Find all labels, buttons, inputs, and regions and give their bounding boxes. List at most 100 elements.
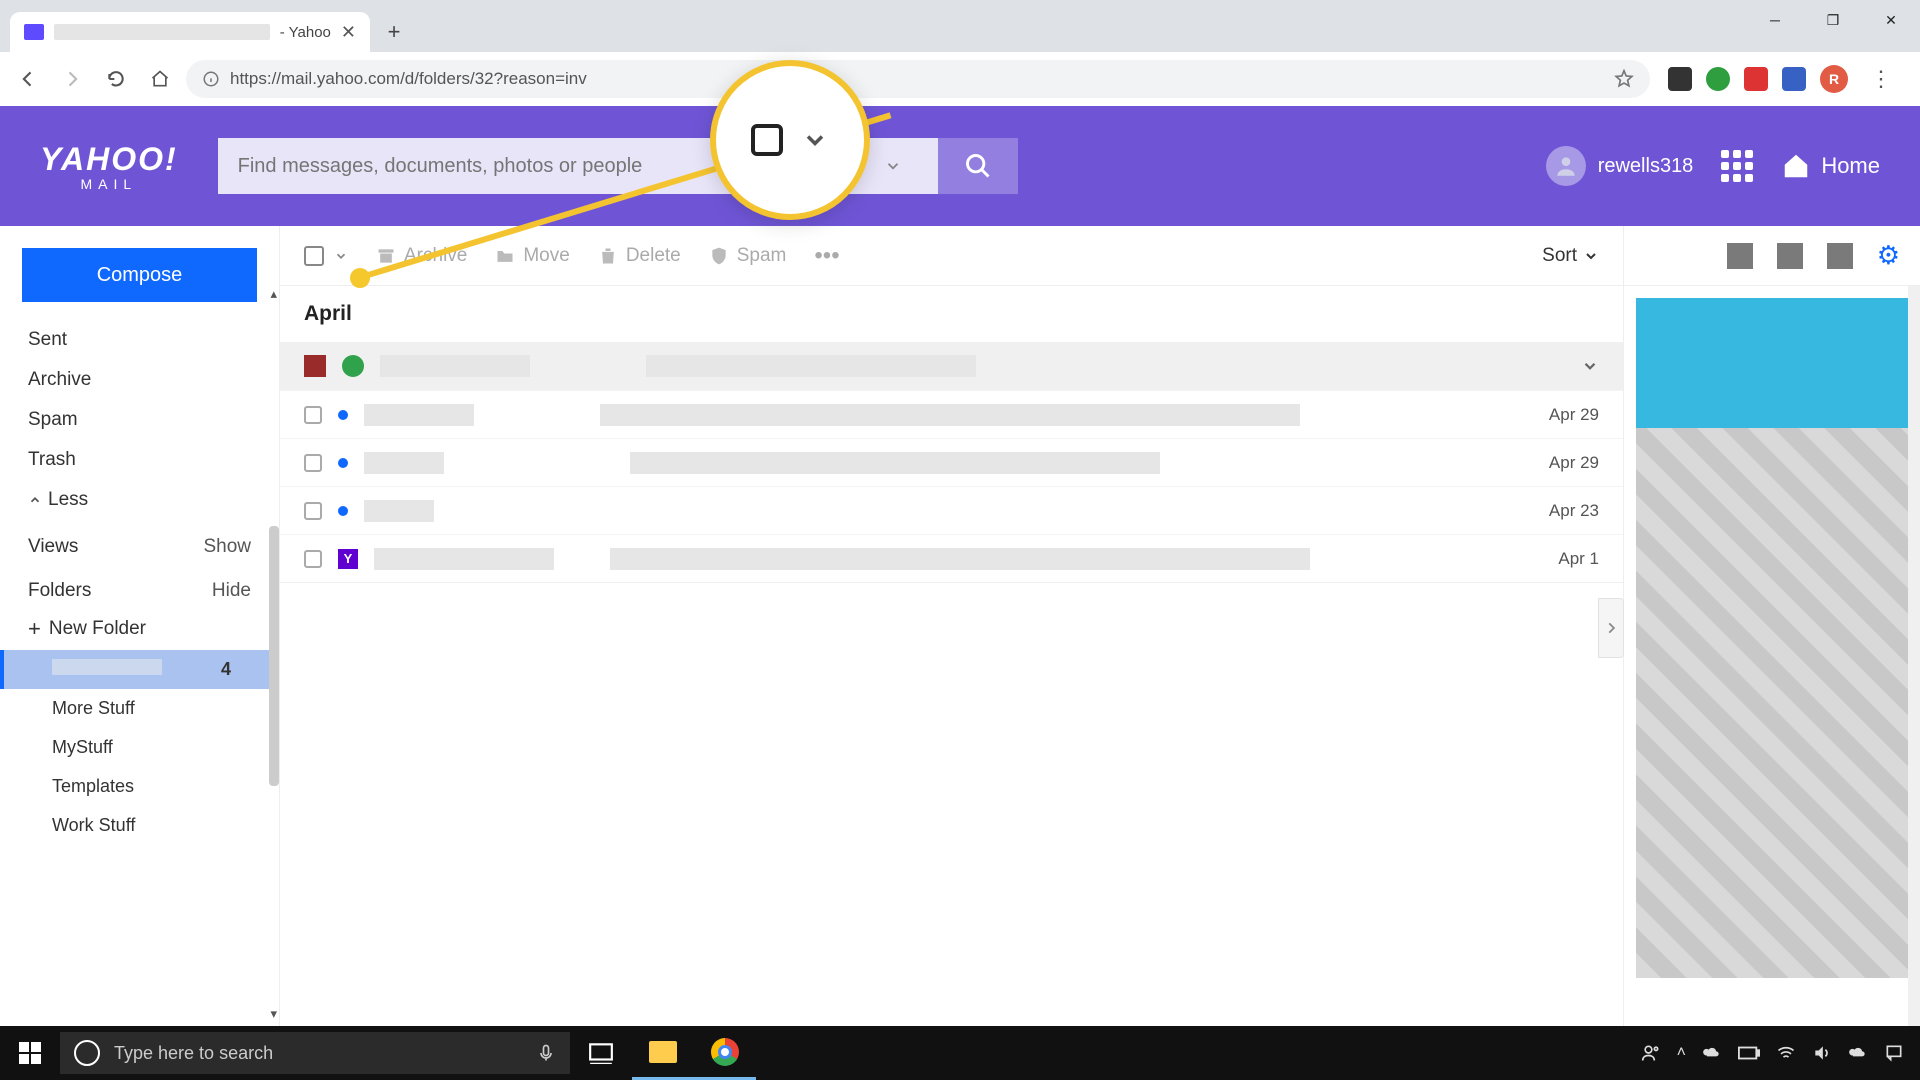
account-menu[interactable]: rewells318 <box>1546 146 1694 186</box>
toolbar-more-button[interactable]: ••• <box>814 242 839 270</box>
right-scrollbar[interactable] <box>1908 286 1920 1026</box>
notepad-icon[interactable] <box>1827 243 1853 269</box>
unread-dot-icon <box>338 506 348 516</box>
sidebar-collapse-less[interactable]: Less <box>0 480 279 520</box>
battery-icon[interactable] <box>1738 1046 1760 1060</box>
message-row[interactable]: Apr 23 <box>280 486 1623 534</box>
message-row[interactable]: Apr 29 <box>280 390 1623 438</box>
tab-close-icon[interactable]: ✕ <box>341 22 356 43</box>
cloud-sync-icon[interactable] <box>1848 1043 1868 1063</box>
sidebar-folder[interactable]: MyStuff <box>0 728 279 767</box>
yahoo-sender-icon: Y <box>338 549 358 569</box>
profile-avatar[interactable]: R <box>1820 65 1848 93</box>
nav-forward-button[interactable] <box>54 61 90 97</box>
microphone-icon[interactable] <box>536 1043 556 1063</box>
search-scope-dropdown[interactable] <box>868 157 918 175</box>
mail-favicon-icon <box>24 24 44 40</box>
sidebar-item-archive[interactable]: Archive <box>0 360 279 400</box>
chevron-down-icon <box>1583 248 1599 264</box>
select-all-dropdown[interactable] <box>334 249 348 263</box>
task-view-button[interactable] <box>570 1026 632 1080</box>
sidebar-folder-active[interactable]: 4 <box>0 650 279 689</box>
search-button[interactable] <box>938 138 1018 194</box>
sidebar-folder[interactable]: Templates <box>0 767 279 806</box>
calendar-icon[interactable] <box>1777 243 1803 269</box>
subject-redacted <box>646 355 976 377</box>
sidebar-item-spam[interactable]: Spam <box>0 400 279 440</box>
sidebar-folder[interactable]: Work Stuff <box>0 806 279 845</box>
cortana-icon <box>74 1040 100 1066</box>
browser-toolbar: https://mail.yahoo.com/d/folders/32?reas… <box>0 52 1920 106</box>
row-checkbox[interactable] <box>304 406 322 424</box>
sidebar-scroll-up-icon[interactable]: ▴ <box>270 286 277 302</box>
people-icon[interactable] <box>1641 1043 1661 1063</box>
start-button[interactable] <box>0 1026 60 1080</box>
callout-checkbox-icon <box>751 124 783 156</box>
window-close-button[interactable]: ✕ <box>1862 0 1920 40</box>
views-section-header: Views Show <box>0 520 279 564</box>
extension-icon[interactable] <box>1782 67 1806 91</box>
extension-icon[interactable] <box>1668 67 1692 91</box>
right-toolbar: ⚙ <box>1624 226 1920 286</box>
yahoo-logo[interactable]: YAHOO! MAIL <box>40 141 178 192</box>
row-checkbox[interactable] <box>304 502 322 520</box>
tray-chevron-icon[interactable]: ˄ <box>1677 1044 1686 1062</box>
ad-panel[interactable] <box>1636 298 1908 978</box>
toolbar-spam-button[interactable]: Spam <box>709 245 787 267</box>
sidebar-item-trash[interactable]: Trash <box>0 440 279 480</box>
chrome-icon <box>711 1038 739 1066</box>
sort-dropdown[interactable]: Sort <box>1542 245 1599 267</box>
address-bar[interactable]: https://mail.yahoo.com/d/folders/32?reas… <box>186 60 1650 98</box>
extension-icon[interactable] <box>1706 67 1730 91</box>
sidebar-scroll-down-icon[interactable]: ▾ <box>270 1006 277 1022</box>
next-page-button[interactable] <box>1598 598 1624 658</box>
message-date: Apr 29 <box>1549 453 1599 473</box>
sidebar-folder[interactable]: More Stuff <box>0 689 279 728</box>
toolbar-delete-button[interactable]: Delete <box>598 245 681 267</box>
archive-icon <box>376 246 396 266</box>
row-checkbox[interactable] <box>304 550 322 568</box>
sidebar-item-sent[interactable]: Sent <box>0 320 279 360</box>
window-maximize-button[interactable]: ❐ <box>1804 0 1862 40</box>
browser-menu-button[interactable]: ⋮ <box>1862 66 1900 92</box>
expand-row-icon[interactable] <box>1581 357 1599 375</box>
taskbar-app-chrome[interactable] <box>694 1026 756 1080</box>
onedrive-icon[interactable] <box>1702 1043 1722 1063</box>
window-minimize-button[interactable]: ─ <box>1746 0 1804 40</box>
nav-home-button[interactable] <box>142 61 178 97</box>
volume-icon[interactable] <box>1812 1043 1832 1063</box>
taskbar-search[interactable]: Type here to search <box>60 1032 570 1074</box>
views-show-toggle[interactable]: Show <box>203 536 251 558</box>
folders-hide-toggle[interactable]: Hide <box>212 580 251 602</box>
compose-button[interactable]: Compose <box>22 248 257 302</box>
folders-section-header: Folders Hide <box>0 564 279 608</box>
new-folder-button[interactable]: +New Folder <box>0 608 279 650</box>
callout-chevron-icon <box>801 126 829 154</box>
extension-icon[interactable] <box>1744 67 1768 91</box>
settings-gear-icon[interactable]: ⚙ <box>1877 240 1900 271</box>
toolbar-move-button[interactable]: Move <box>495 245 569 267</box>
trash-icon <box>598 246 618 266</box>
taskbar-app-explorer[interactable] <box>632 1026 694 1080</box>
new-tab-button[interactable]: + <box>376 14 412 50</box>
browser-tab[interactable]: - Yahoo ✕ <box>10 12 370 52</box>
message-row[interactable]: Y Apr 1 <box>280 534 1623 582</box>
bookmark-star-icon[interactable] <box>1614 69 1634 89</box>
wifi-icon[interactable] <box>1776 1043 1796 1063</box>
row-checkbox[interactable] <box>304 454 322 472</box>
select-all-checkbox[interactable] <box>304 246 324 266</box>
home-link[interactable]: Home <box>1781 151 1880 181</box>
file-explorer-icon <box>649 1041 677 1063</box>
subject-redacted <box>610 548 1310 570</box>
notifications-icon[interactable] <box>1884 1043 1904 1063</box>
message-row[interactable] <box>280 342 1623 390</box>
taskbar-search-placeholder: Type here to search <box>114 1043 273 1064</box>
apps-launcher-icon[interactable] <box>1721 150 1753 182</box>
message-row[interactable]: Apr 29 <box>280 438 1623 486</box>
contacts-icon[interactable] <box>1727 243 1753 269</box>
folder-move-icon <box>495 246 515 266</box>
sidebar-scrollbar[interactable] <box>269 526 279 786</box>
nav-back-button[interactable] <box>10 61 46 97</box>
window-controls: ─ ❐ ✕ <box>1746 0 1920 40</box>
nav-reload-button[interactable] <box>98 61 134 97</box>
